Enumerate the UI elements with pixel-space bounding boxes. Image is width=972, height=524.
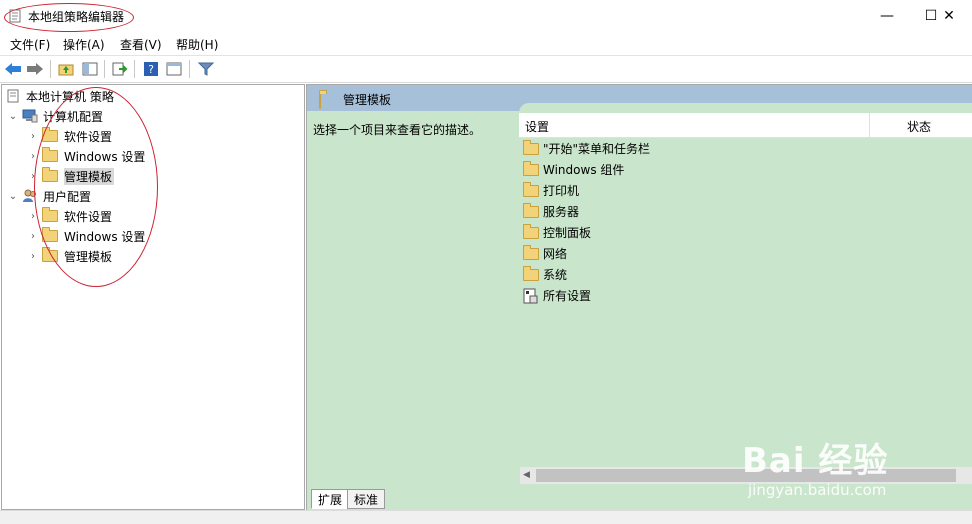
minimize-button[interactable]: — bbox=[864, 0, 910, 32]
menu-action[interactable]: 操作(A) bbox=[63, 36, 105, 53]
tree-user-windows[interactable]: › Windows 设置 bbox=[28, 226, 145, 246]
watermark: Bai 经验 jingyan.baidu.com bbox=[742, 423, 932, 503]
toolbar: ? bbox=[0, 55, 972, 83]
menu-view[interactable]: 查看(V) bbox=[120, 36, 162, 53]
chevron-right-icon[interactable]: › bbox=[28, 131, 38, 142]
tree-item-label: 软件设置 bbox=[64, 129, 113, 144]
users-icon bbox=[22, 189, 38, 203]
column-separator[interactable] bbox=[869, 113, 870, 137]
description-text: 选择一个项目来查看它的描述。 bbox=[313, 123, 482, 137]
tree-computer-config[interactable]: ⌄ 计算机配置 bbox=[8, 106, 103, 126]
list-item[interactable]: 打印机 bbox=[523, 180, 579, 201]
tab-standard[interactable]: 标准 bbox=[347, 489, 386, 509]
folder-icon bbox=[523, 244, 539, 260]
folder-icon bbox=[42, 127, 58, 142]
tree-item-label: 管理模板 bbox=[64, 249, 113, 264]
folder-icon bbox=[523, 223, 539, 239]
tree-user-software[interactable]: › 软件设置 bbox=[28, 206, 112, 226]
chevron-right-icon[interactable]: › bbox=[28, 251, 38, 262]
list-item[interactable]: 系统 bbox=[523, 264, 567, 285]
folder-icon bbox=[523, 160, 539, 176]
folder-icon bbox=[523, 181, 539, 197]
computer-icon bbox=[22, 109, 38, 123]
list-item[interactable]: Windows 组件 bbox=[523, 159, 624, 180]
tree-computer-admin-templates[interactable]: › 管理模板 bbox=[28, 166, 115, 186]
tree-item-label-selected: 管理模板 bbox=[64, 167, 115, 185]
export-list-icon[interactable] bbox=[110, 59, 130, 79]
list-item[interactable]: 网络 bbox=[523, 243, 567, 264]
folder-icon bbox=[523, 202, 539, 218]
policy-editor-icon bbox=[8, 9, 22, 23]
svg-text:?: ? bbox=[148, 63, 154, 76]
folder-icon bbox=[523, 265, 539, 281]
policy-document-icon bbox=[6, 89, 20, 103]
list-item-label: Windows 组件 bbox=[543, 163, 625, 177]
tree-item-label: Windows 设置 bbox=[64, 149, 146, 164]
chevron-right-icon[interactable]: › bbox=[28, 231, 38, 242]
column-header: 设置 状态 bbox=[519, 113, 972, 138]
folder-icon bbox=[42, 247, 58, 262]
close-button[interactable]: ✕ bbox=[926, 0, 972, 32]
navigation-tree: 本地计算机 策略 ⌄ 计算机配置 › 软件设置 › Windows 设置 › 管… bbox=[1, 84, 305, 510]
menu-help[interactable]: 帮助(H) bbox=[176, 36, 218, 53]
folder-icon bbox=[319, 93, 321, 109]
toolbar-separator bbox=[134, 60, 135, 78]
chevron-right-icon[interactable]: › bbox=[28, 211, 38, 222]
window-title: 本地组策略编辑器 bbox=[28, 10, 125, 24]
column-setting[interactable]: 设置 bbox=[525, 118, 549, 135]
list-item-label: 网络 bbox=[543, 247, 568, 261]
chevron-right-icon[interactable]: › bbox=[28, 171, 38, 182]
tree-item-label: 软件设置 bbox=[64, 209, 113, 224]
show-hide-tree-icon[interactable] bbox=[80, 59, 100, 79]
up-folder-icon[interactable] bbox=[56, 59, 76, 79]
properties-icon[interactable] bbox=[164, 59, 184, 79]
filter-icon[interactable] bbox=[196, 59, 216, 79]
chevron-down-icon[interactable]: ⌄ bbox=[8, 191, 18, 202]
list-item[interactable]: 控制面板 bbox=[523, 222, 591, 243]
tree-root[interactable]: 本地计算机 策略 bbox=[6, 86, 114, 106]
list-item-label: 打印机 bbox=[543, 184, 580, 198]
list-item-label: 系统 bbox=[543, 268, 568, 282]
list-item-label: 服务器 bbox=[543, 205, 580, 219]
tree-computer-config-label: 计算机配置 bbox=[43, 109, 104, 124]
folder-icon bbox=[42, 147, 58, 162]
forward-arrow-icon[interactable] bbox=[25, 59, 45, 79]
toolbar-separator bbox=[189, 60, 190, 78]
tree-user-admin-templates[interactable]: › 管理模板 bbox=[28, 246, 112, 266]
chevron-down-icon[interactable]: ⌄ bbox=[8, 111, 18, 122]
folder-icon bbox=[42, 207, 58, 222]
chevron-right-icon[interactable]: › bbox=[28, 151, 38, 162]
list-item-label: "开始"菜单和任务栏 bbox=[543, 142, 651, 156]
list-item-label: 所有设置 bbox=[543, 289, 592, 303]
tree-user-config[interactable]: ⌄ 用户配置 bbox=[8, 186, 91, 206]
menu-file[interactable]: 文件(F) bbox=[10, 36, 50, 53]
all-settings-icon bbox=[523, 288, 539, 304]
watermark-url: jingyan.baidu.com bbox=[748, 481, 887, 499]
column-state[interactable]: 状态 bbox=[907, 118, 931, 135]
tree-computer-windows[interactable]: › Windows 设置 bbox=[28, 146, 145, 166]
folder-icon bbox=[42, 227, 58, 242]
scroll-left-icon[interactable]: ◀ bbox=[523, 470, 530, 480]
status-bar bbox=[0, 510, 972, 524]
list-item[interactable]: "开始"菜单和任务栏 bbox=[523, 138, 650, 159]
folder-icon bbox=[523, 139, 539, 155]
tree-computer-software[interactable]: › 软件设置 bbox=[28, 126, 112, 146]
list-item[interactable]: 所有设置 bbox=[523, 285, 591, 306]
menu-bar: 文件(F) 操作(A) 查看(V) 帮助(H) bbox=[0, 32, 972, 54]
help-icon[interactable]: ? bbox=[141, 59, 161, 79]
toolbar-separator bbox=[104, 60, 105, 78]
title-bar: 本地组策略编辑器 — ☐ ✕ bbox=[0, 0, 972, 32]
list-item-label: 控制面板 bbox=[543, 226, 592, 240]
list-item[interactable]: 服务器 bbox=[523, 201, 579, 222]
back-arrow-icon[interactable] bbox=[3, 59, 23, 79]
watermark-brand: Bai 经验 bbox=[742, 441, 889, 481]
tab-extended[interactable]: 扩展 bbox=[311, 489, 350, 509]
folder-icon bbox=[42, 167, 58, 182]
tree-item-label: Windows 设置 bbox=[64, 229, 146, 244]
toolbar-separator bbox=[50, 60, 51, 78]
details-title: 管理模板 bbox=[343, 93, 392, 107]
tree-root-label: 本地计算机 策略 bbox=[26, 89, 114, 104]
tree-user-config-label: 用户配置 bbox=[43, 189, 92, 204]
